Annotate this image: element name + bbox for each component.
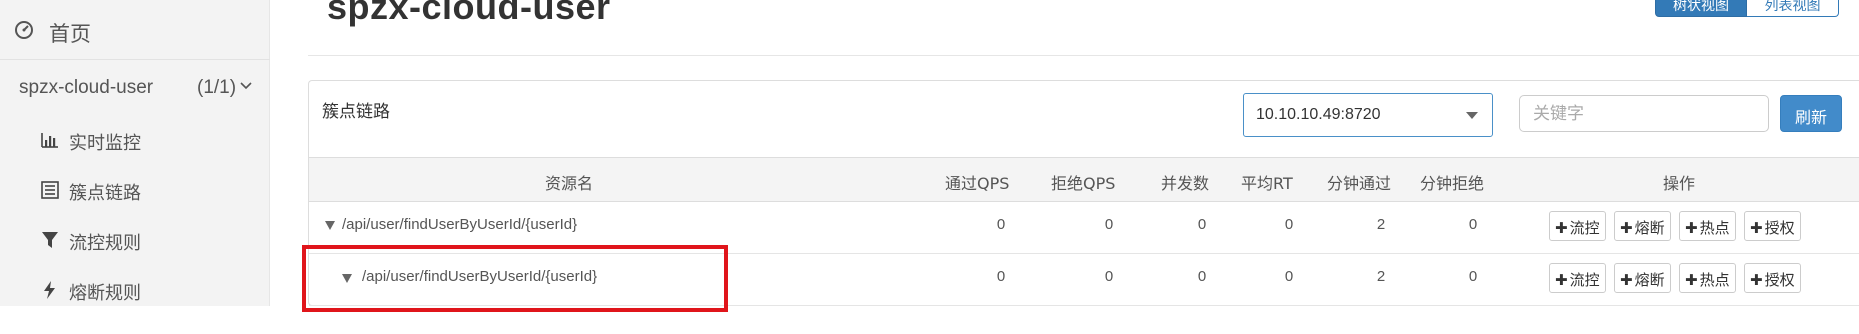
sidebar-item-label: 首页 [49,22,91,46]
highlight-annotation [302,245,728,312]
flow-control-button[interactable]: ✚ 流控 [1549,211,1606,241]
filter-icon [42,232,58,248]
caret-down-icon [1466,112,1478,119]
plus-icon: ✚ [1685,219,1698,237]
hotspot-button[interactable]: ✚ 热点 [1679,211,1736,241]
tree-view-button[interactable]: 树状视图 [1655,0,1747,17]
action-label: 熔断 [1634,219,1665,237]
sidebar-item-label: 熔断规则 [69,283,141,304]
machine-select-value: 10.10.10.49:8720 [1256,106,1381,123]
column-header-resource: 资源名 [545,174,594,193]
tree-toggle-icon[interactable] [325,221,335,230]
view-toggle: 树状视图 列表视图 [1655,0,1839,17]
column-header-minute-pass: 分钟通过 [1327,174,1392,193]
plus-icon: ✚ [1750,271,1763,289]
bar-chart-icon [41,133,58,148]
column-header-block-qps: 拒绝QPS [1051,174,1116,193]
minute-pass-value: 2 [1376,216,1386,233]
avg-rt-value: 0 [1284,216,1294,233]
block-qps-value: 0 [1104,216,1114,233]
list-icon [41,181,59,199]
plus-icon: ✚ [1685,271,1698,289]
authority-button[interactable]: ✚ 授权 [1744,211,1801,241]
plus-icon: ✚ [1555,271,1568,289]
authority-button[interactable]: ✚ 授权 [1744,263,1801,293]
title-divider [308,55,1859,56]
machine-select[interactable]: 10.10.10.49:8720 [1243,93,1493,137]
action-label: 热点 [1699,271,1730,289]
sidebar-item-home[interactable]: 首页 [0,0,270,60]
action-label: 授权 [1764,271,1795,289]
degrade-button[interactable]: ✚ 熔断 [1614,263,1671,293]
keyword-search-input[interactable] [1519,95,1769,132]
plus-icon: ✚ [1620,219,1633,237]
degrade-button[interactable]: ✚ 熔断 [1614,211,1671,241]
plus-icon: ✚ [1555,219,1568,237]
column-header-pass-qps: 通过QPS [945,174,1010,193]
action-label: 流控 [1569,219,1600,237]
sidebar-item-label: 簇点链路 [69,183,141,204]
minute-pass-value: 2 [1376,268,1386,285]
flow-control-button[interactable]: ✚ 流控 [1549,263,1606,293]
minute-block-value: 0 [1468,216,1478,233]
table-header: 资源名 通过QPS 拒绝QPS 并发数 平均RT 分钟通过 分钟拒绝 操作 [309,157,1859,202]
action-label: 熔断 [1634,271,1665,289]
sidebar-item-label: 实时监控 [69,133,141,154]
panel-title: 簇点链路 [322,102,390,122]
block-qps-value: 0 [1104,268,1114,285]
plus-icon: ✚ [1620,271,1633,289]
concurrency-value: 0 [1197,268,1207,285]
app-name: spzx-cloud-user [19,77,154,98]
minute-block-value: 0 [1468,268,1478,285]
action-label: 授权 [1764,219,1795,237]
list-view-button[interactable]: 列表视图 [1747,0,1839,17]
sidebar-item-cluster-link[interactable]: 簇点链路 [0,165,270,215]
plus-icon: ✚ [1750,219,1763,237]
sidebar-item-realtime-monitor[interactable]: 实时监控 [0,115,270,165]
sidebar-item-degrade-rules[interactable]: 熔断规则 [0,265,270,315]
page-title: spzx-cloud-user [327,0,611,27]
resource-name: /api/user/findUserByUserId/{userId} [342,216,578,233]
pass-qps-value: 0 [996,268,1006,285]
column-header-concurrency: 并发数 [1161,174,1210,193]
column-header-avg-rt: 平均RT [1241,174,1293,193]
chevron-down-icon[interactable] [239,79,253,93]
column-header-minute-block: 分钟拒绝 [1420,174,1485,193]
concurrency-value: 0 [1197,216,1207,233]
app-machine-count: (1/1) [197,77,237,98]
action-label: 热点 [1699,219,1730,237]
column-header-actions: 操作 [1663,174,1696,193]
hotspot-button[interactable]: ✚ 热点 [1679,263,1736,293]
avg-rt-value: 0 [1284,268,1294,285]
sidebar: 首页 spzx-cloud-user (1/1) 实时监控 簇点链路 流控规则 … [0,0,270,306]
sidebar-item-flow-rules[interactable]: 流控规则 [0,215,270,265]
sidebar-app-group[interactable]: spzx-cloud-user (1/1) [0,60,270,115]
pass-qps-value: 0 [996,216,1006,233]
refresh-button[interactable]: 刷新 [1780,95,1842,132]
sidebar-item-label: 流控规则 [69,233,141,254]
bolt-icon [44,281,55,299]
action-label: 流控 [1569,271,1600,289]
dashboard-icon [15,21,33,39]
